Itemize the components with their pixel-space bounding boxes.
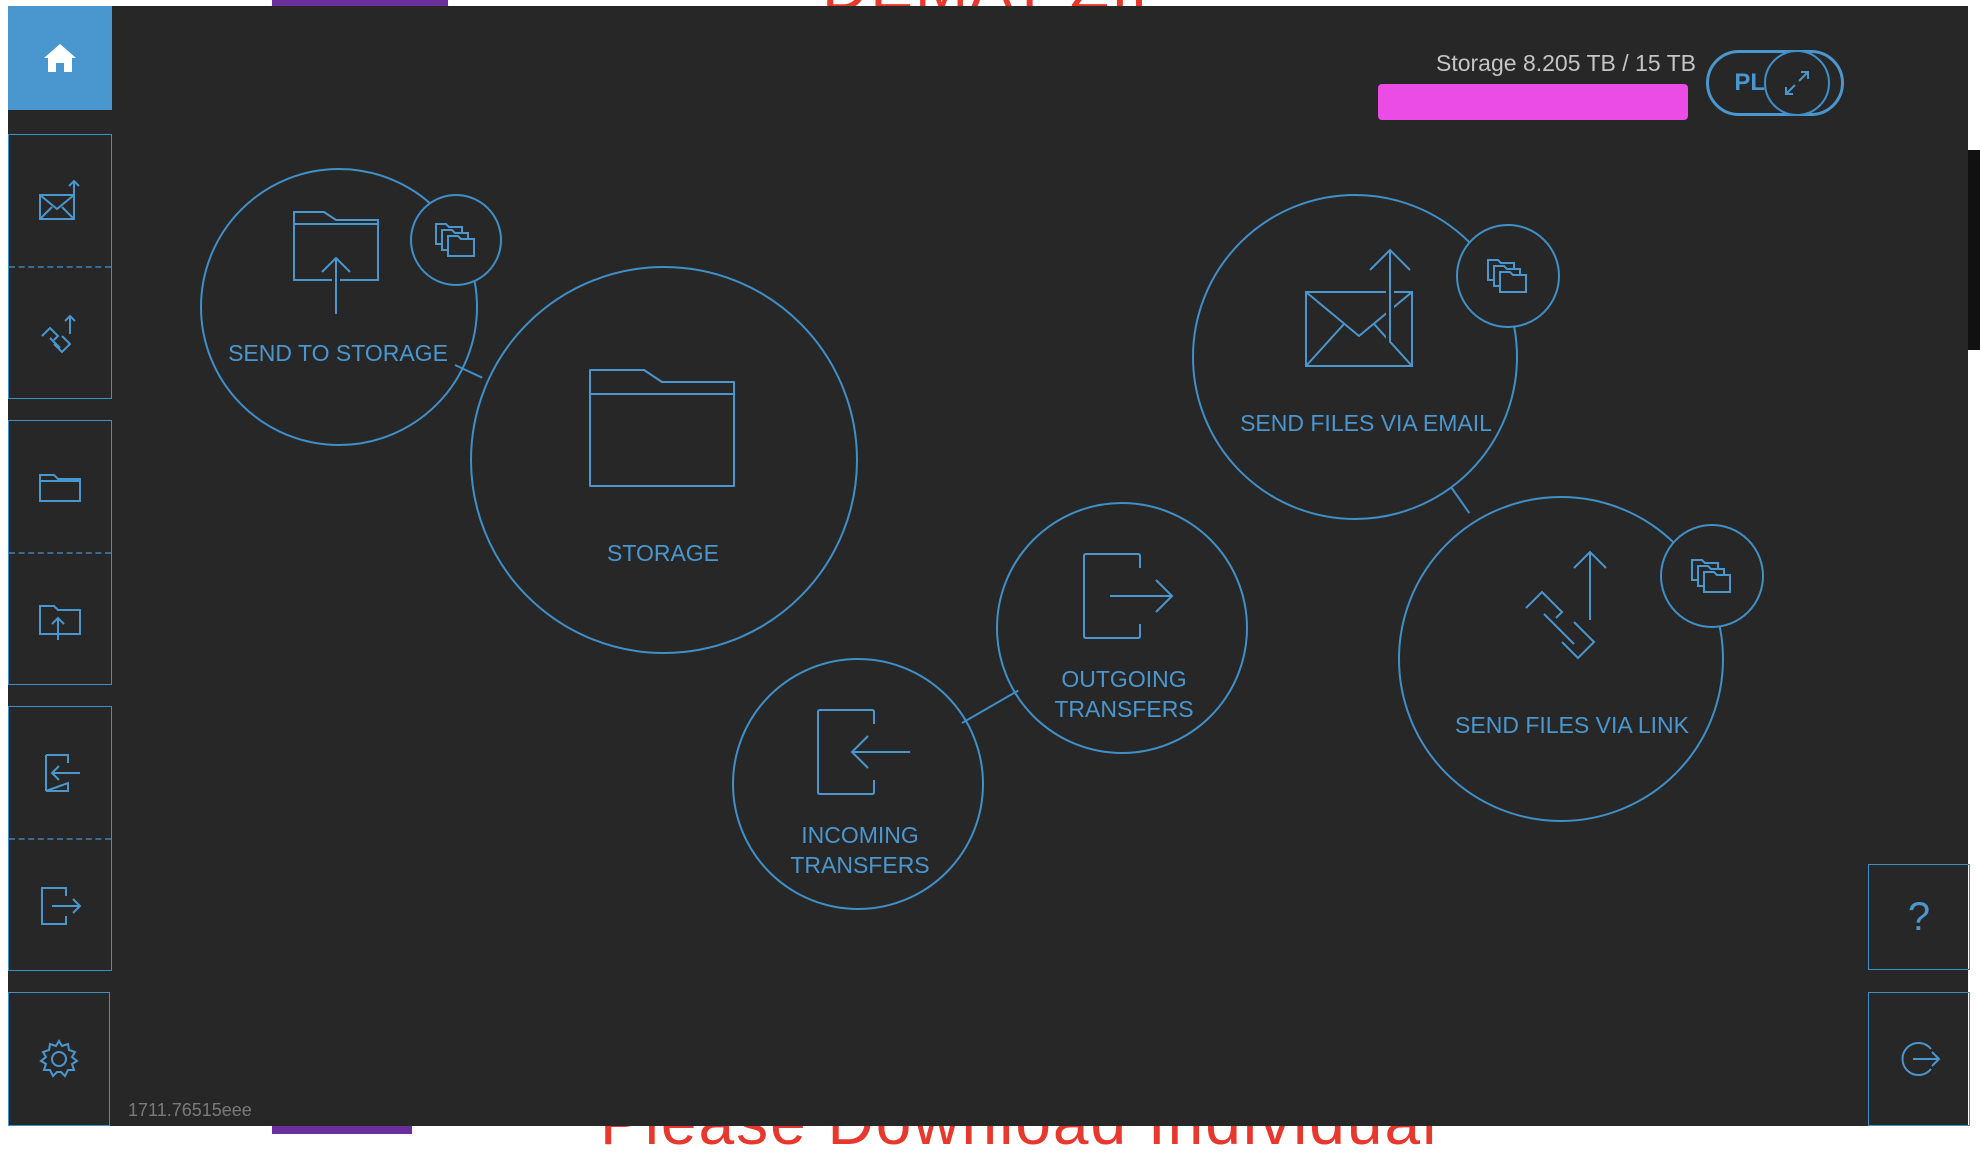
sidebar-item-storage[interactable] <box>9 421 111 552</box>
send-to-storage-label: SEND TO STORAGE <box>228 340 448 366</box>
background-purple-shape-bottom <box>272 1126 412 1134</box>
sidebar-group-send <box>8 134 112 399</box>
link-upload-icon <box>1525 550 1607 660</box>
background-dark-shape <box>1968 150 1980 350</box>
sidebar-item-send-to-storage[interactable] <box>9 554 111 685</box>
storage-label: STORAGE <box>606 540 720 566</box>
sidebar-item-send-email[interactable] <box>9 135 111 266</box>
main-area: Storage 8.205 TB / 15 TB PLANS SEND TO S… <box>112 6 1970 1126</box>
folder-upload-icon <box>293 211 379 314</box>
email-upload-icon <box>39 179 80 220</box>
expand-icon <box>1785 71 1809 95</box>
outgoing-icon <box>1083 553 1174 639</box>
build-id-label: 1711.76515eee <box>128 1100 252 1120</box>
storage-usage-label: Storage 8.205 TB / 15 TB <box>1436 50 1696 76</box>
outgoing-transfers-label-line1: OUTGOING <box>1061 666 1187 692</box>
redacted-storage-bar <box>1378 84 1688 120</box>
connector-line <box>1450 486 1471 514</box>
home-button[interactable] <box>8 6 112 110</box>
sidebar-group-transfers <box>8 706 112 971</box>
sidebar-group-storage <box>8 420 112 685</box>
stacked-files-icon <box>435 223 475 257</box>
folder-icon <box>589 369 735 487</box>
stacked-files-icon <box>1691 559 1731 593</box>
folder-icon <box>39 473 81 502</box>
send-via-email-files-button[interactable] <box>1456 224 1560 328</box>
outgoing-transfers-label-line2: TRANSFERS <box>1054 696 1194 722</box>
sidebar-item-outgoing[interactable] <box>9 840 111 971</box>
folder-upload-icon <box>39 604 81 640</box>
send-via-email-label: SEND FILES VIA EMAIL <box>1240 410 1492 436</box>
send-via-link-files-button[interactable] <box>1660 524 1764 628</box>
logout-button[interactable] <box>1868 992 1970 1126</box>
outgoing-icon <box>41 886 82 925</box>
sidebar-item-incoming[interactable] <box>9 707 111 838</box>
logout-icon <box>1901 1042 1941 1076</box>
stacked-files-icon <box>1487 259 1527 293</box>
fullscreen-button[interactable] <box>1764 50 1830 116</box>
help-icon: ? <box>1907 894 1931 939</box>
send-via-link-label: SEND FILES VIA LINK <box>1455 712 1689 738</box>
sidebar-item-send-link[interactable] <box>9 268 111 399</box>
link-upload-icon <box>41 314 76 353</box>
help-button[interactable]: ? <box>1868 864 1970 970</box>
incoming-icon <box>817 709 910 795</box>
settings-button[interactable] <box>8 992 110 1126</box>
incoming-transfers-label-line2: TRANSFERS <box>790 852 930 878</box>
sidebar <box>8 6 112 1126</box>
gear-icon <box>39 1039 79 1078</box>
incoming-transfers-label-line1: INCOMING <box>801 822 919 848</box>
app-window: Storage 8.205 TB / 15 TB PLANS SEND TO S… <box>8 6 1970 1126</box>
connector-line <box>961 689 1019 724</box>
send-to-storage-files-button[interactable] <box>410 194 502 286</box>
incoming-icon <box>45 753 80 792</box>
home-icon <box>44 44 76 72</box>
email-upload-icon <box>1305 244 1413 367</box>
